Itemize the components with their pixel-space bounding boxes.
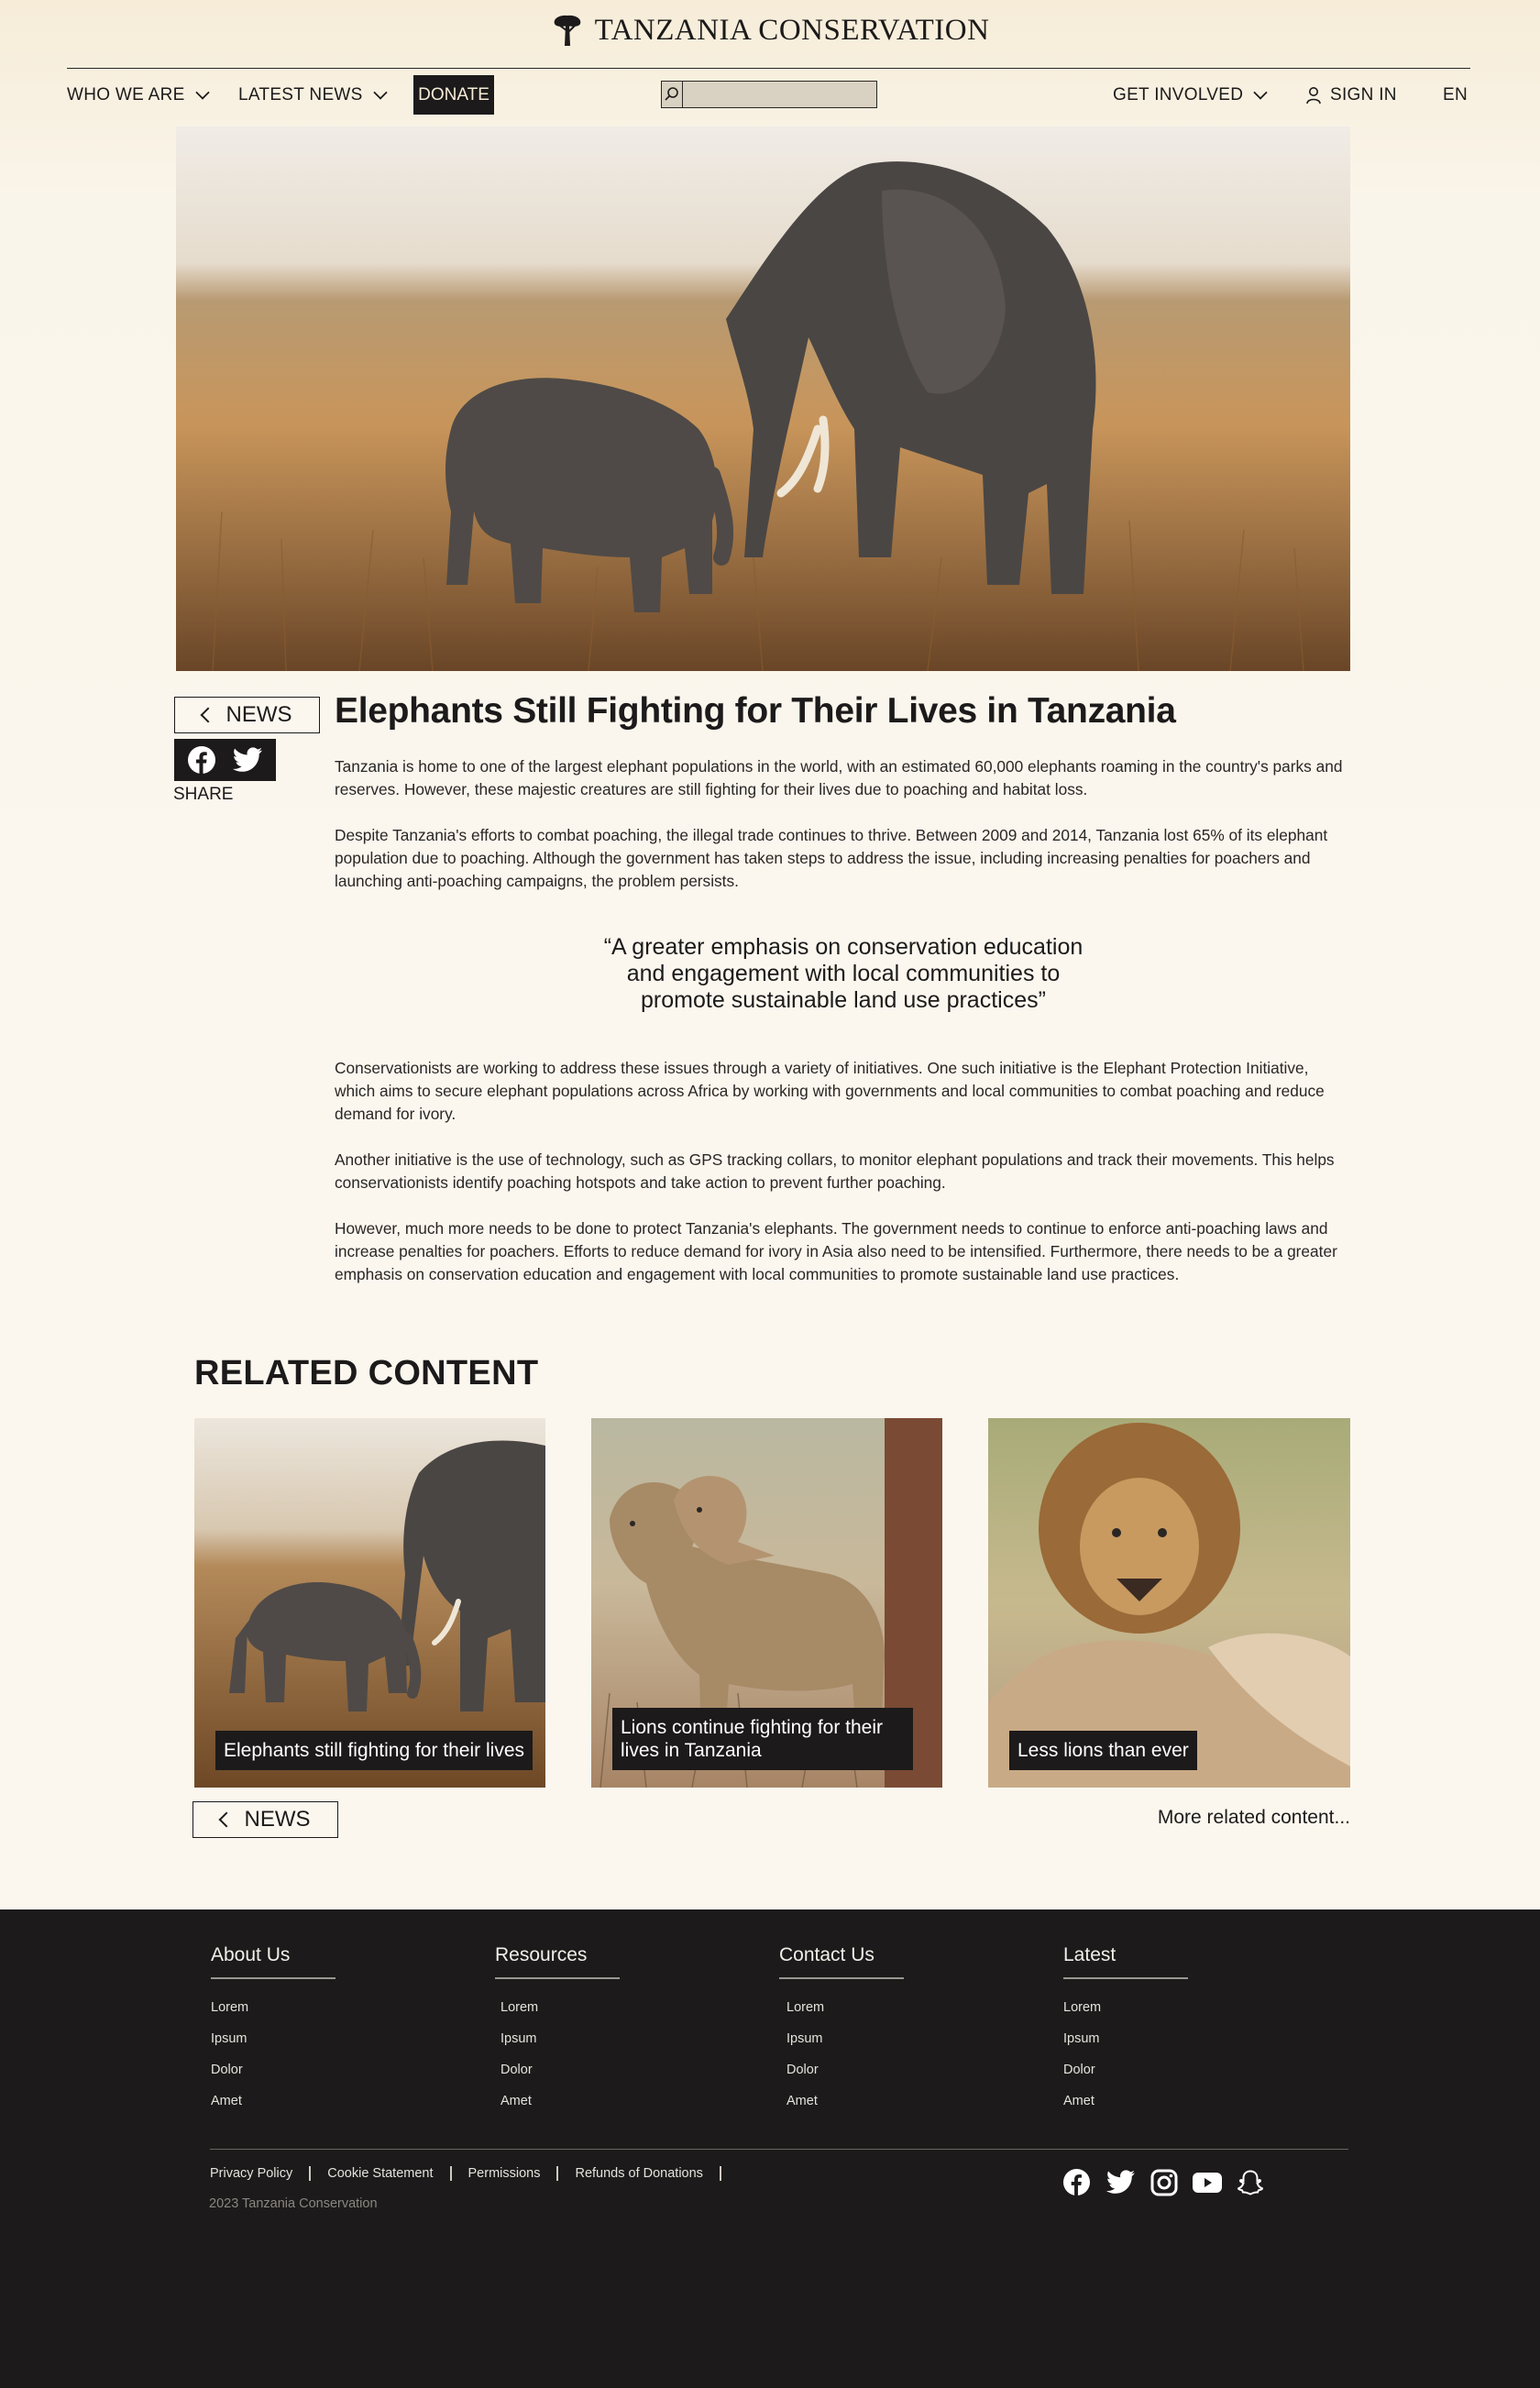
separator xyxy=(556,2166,559,2181)
share-buttons xyxy=(174,739,276,781)
snapchat-icon[interactable] xyxy=(1237,2169,1264,2196)
footer-link[interactable]: Dolor xyxy=(211,2054,336,2085)
back-to-news-label: NEWS xyxy=(226,702,292,727)
chevron-left-icon xyxy=(200,707,215,723)
footer-column-resources: Resources Lorem Ipsum Dolor Amet xyxy=(495,1944,620,2117)
social-links xyxy=(1062,2168,1264,2196)
sign-in-label: SIGN IN xyxy=(1330,85,1397,105)
user-icon xyxy=(1306,87,1321,105)
search-input[interactable] xyxy=(683,82,876,107)
brand-name: TANZANIA CONSERVATION xyxy=(594,13,990,47)
related-card-caption: Lions continue fighting for their lives … xyxy=(612,1708,913,1770)
main-nav: WHO WE ARE LATEST NEWS DONATE GET INVOLV… xyxy=(0,75,1540,116)
article-paragraph: Another initiative is the use of technol… xyxy=(335,1150,1335,1192)
article-paragraph: However, much more needs to be done to p… xyxy=(335,1219,1337,1283)
nav-who-we-are-label: WHO WE ARE xyxy=(67,85,185,105)
footer-link[interactable]: Dolor xyxy=(1063,2054,1188,2085)
chevron-down-icon xyxy=(1253,85,1268,100)
nav-get-involved[interactable]: GET INVOLVED xyxy=(1113,75,1268,116)
chevron-down-icon xyxy=(372,85,388,100)
footer-column-about: About Us Lorem Ipsum Dolor Amet xyxy=(211,1944,336,2117)
related-card[interactable]: Less lions than ever xyxy=(988,1418,1350,1788)
footer-link[interactable]: Amet xyxy=(1063,2085,1188,2117)
footer-link[interactable]: Ipsum xyxy=(211,2023,336,2054)
separator xyxy=(719,2166,721,2181)
more-related-link[interactable]: More related content... xyxy=(1158,1807,1350,1829)
privacy-policy-link[interactable]: Privacy Policy xyxy=(210,2166,292,2181)
pull-quote: “A greater emphasis on conservation educ… xyxy=(603,934,1084,1013)
article-paragraph: Tanzania is home to one of the largest e… xyxy=(335,757,1343,798)
footer-column-title: About Us xyxy=(211,1944,336,1979)
acacia-tree-logo-icon xyxy=(554,15,580,46)
footer-link[interactable]: Amet xyxy=(500,2085,620,2117)
footer-link[interactable]: Dolor xyxy=(786,2054,904,2085)
footer-link[interactable]: Dolor xyxy=(500,2054,620,2085)
share-label: SHARE xyxy=(173,785,234,804)
back-to-news-button[interactable]: NEWS xyxy=(192,1801,338,1838)
facebook-icon[interactable] xyxy=(187,745,216,775)
nav-who-we-are[interactable]: WHO WE ARE xyxy=(67,75,210,116)
article-paragraph: Conservationists are working to address … xyxy=(335,1059,1325,1123)
cookie-statement-link[interactable]: Cookie Statement xyxy=(327,2166,433,2181)
language-label: EN xyxy=(1443,85,1468,105)
related-card[interactable]: Elephants still fighting for their lives xyxy=(194,1418,545,1788)
refunds-link[interactable]: Refunds of Donations xyxy=(575,2166,702,2181)
footer-link[interactable]: Lorem xyxy=(1063,1992,1188,2023)
back-to-news-button[interactable]: NEWS xyxy=(174,697,320,733)
footer-link[interactable]: Lorem xyxy=(500,1992,620,2023)
nav-latest-news-label: LATEST NEWS xyxy=(238,85,363,105)
twitter-icon[interactable] xyxy=(1106,2170,1136,2195)
footer-link[interactable]: Ipsum xyxy=(786,2023,904,2054)
article-paragraph: Despite Tanzania's efforts to combat poa… xyxy=(335,826,1328,890)
article-title: Elephants Still Fighting for Their Lives… xyxy=(335,691,1176,731)
footer-link[interactable]: Amet xyxy=(211,2085,336,2117)
footer-divider xyxy=(210,2149,1348,2150)
footer-column-title: Latest xyxy=(1063,1944,1188,1979)
chevron-left-icon xyxy=(218,1811,234,1828)
footer-link[interactable]: Lorem xyxy=(211,1992,336,2023)
footer: About Us Lorem Ipsum Dolor Amet Resource… xyxy=(0,1909,1540,2388)
related-card-caption: Less lions than ever xyxy=(1009,1731,1197,1770)
footer-link[interactable]: Ipsum xyxy=(500,2023,620,2054)
footer-column-title: Contact Us xyxy=(779,1944,904,1979)
nav-get-involved-label: GET INVOLVED xyxy=(1113,85,1244,105)
separator xyxy=(449,2166,452,2181)
chevron-down-icon xyxy=(194,85,210,100)
footer-column-latest: Latest Lorem Ipsum Dolor Amet xyxy=(1063,1944,1188,2117)
youtube-icon[interactable] xyxy=(1193,2172,1222,2194)
search-box xyxy=(661,81,877,108)
twitter-icon[interactable] xyxy=(232,747,263,773)
permissions-link[interactable]: Permissions xyxy=(468,2166,541,2181)
related-content-heading: RELATED CONTENT xyxy=(194,1354,539,1392)
footer-column-title: Resources xyxy=(495,1944,620,1979)
footer-link[interactable]: Amet xyxy=(786,2085,904,2117)
footer-column-contact: Contact Us Lorem Ipsum Dolor Amet xyxy=(779,1944,904,2117)
header-divider xyxy=(67,68,1470,69)
related-card-caption: Elephants still fighting for their lives xyxy=(215,1731,533,1770)
hero-image xyxy=(176,127,1350,671)
instagram-icon[interactable] xyxy=(1150,2169,1178,2196)
sign-in-link[interactable]: SIGN IN xyxy=(1305,75,1397,116)
footer-link[interactable]: Lorem xyxy=(786,1992,904,2023)
search-icon[interactable] xyxy=(662,82,683,107)
language-selector[interactable]: EN xyxy=(1443,75,1468,116)
related-card[interactable]: Lions continue fighting for their lives … xyxy=(591,1418,942,1788)
footer-link[interactable]: Ipsum xyxy=(1063,2023,1188,2054)
brand[interactable]: TANZANIA CONSERVATION xyxy=(0,13,1540,48)
nav-latest-news[interactable]: LATEST NEWS xyxy=(238,75,388,116)
legal-links: Privacy Policy Cookie Statement Permissi… xyxy=(210,2166,738,2181)
back-to-news-label: NEWS xyxy=(244,1807,311,1832)
separator xyxy=(309,2166,312,2181)
donate-button[interactable]: DONATE xyxy=(413,75,494,115)
facebook-icon[interactable] xyxy=(1062,2168,1091,2196)
copyright: 2023 Tanzania Conservation xyxy=(209,2196,378,2211)
